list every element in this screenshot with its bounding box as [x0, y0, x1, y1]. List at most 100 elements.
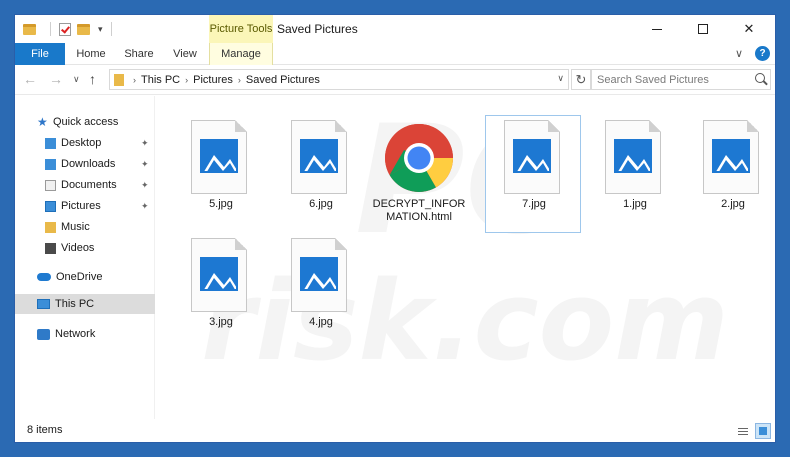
file-item-7-jpg[interactable]: 7.jpg [485, 115, 581, 233]
details-view-button[interactable] [735, 423, 751, 439]
file-item-2-jpg[interactable]: 2.jpg [685, 116, 775, 234]
image-file-icon [605, 120, 661, 194]
sidebar-item-label: Quick access [53, 116, 119, 128]
onedrive-icon [37, 273, 51, 281]
music-folder-icon [45, 221, 56, 233]
sidebar-item-label: This PC [55, 298, 95, 310]
image-file-icon [703, 120, 759, 194]
image-file-icon [191, 238, 247, 312]
navigation-bar: ← → ∨ ↑ › This PC › Pictures › Saved Pic… [15, 65, 775, 95]
explorer-window: ▾ Picture Tools Saved Pictures ✕ File Ho… [14, 14, 776, 443]
tab-manage[interactable]: Manage [209, 43, 273, 65]
sidebar-item-pictures[interactable]: Pictures ✦ [15, 196, 155, 216]
folder-icon[interactable] [23, 23, 36, 35]
image-file-icon [291, 238, 347, 312]
file-item-4-jpg[interactable]: 4.jpg [273, 234, 369, 352]
new-folder-icon[interactable] [77, 23, 90, 35]
close-icon: ✕ [743, 21, 755, 36]
file-name-line2: MATION.html [386, 211, 452, 223]
sidebar-item-label: Network [55, 328, 96, 340]
file-item-decrypt-information-html[interactable]: DECRYPT_INFOR MATION.html [371, 116, 467, 234]
maximize-icon [698, 24, 708, 34]
tab-view[interactable]: View [165, 43, 205, 65]
sidebar-item-label: Documents [61, 179, 117, 191]
breadcrumb-saved-pictures[interactable]: Saved Pictures [246, 74, 320, 86]
address-dropdown-icon[interactable]: ∨ [557, 73, 564, 84]
back-arrow-icon[interactable]: ← [23, 71, 37, 87]
file-name: 1.jpg [623, 198, 647, 210]
breadcrumb-separator-icon[interactable]: › [133, 75, 136, 85]
address-bar[interactable]: › This PC › Pictures › Saved Pictures ∨ [109, 69, 569, 90]
image-file-icon [504, 120, 560, 194]
chrome-icon [385, 124, 453, 192]
pin-icon[interactable]: ✦ [141, 138, 149, 149]
sidebar-item-network[interactable]: Network [15, 324, 155, 344]
search-input[interactable]: Search Saved Pictures [591, 69, 771, 90]
large-icons-view-button[interactable] [755, 423, 771, 439]
file-item-3-jpg[interactable]: 3.jpg [173, 234, 269, 352]
item-count: 8 items [27, 424, 63, 436]
desktop-folder-icon [45, 137, 56, 149]
breadcrumb-this-pc[interactable]: This PC [141, 74, 180, 86]
file-name: 5.jpg [209, 198, 233, 210]
documents-folder-icon [45, 179, 56, 191]
search-icon [755, 73, 765, 83]
breadcrumb-pictures[interactable]: Pictures [193, 74, 233, 86]
search-placeholder: Search Saved Pictures [597, 73, 709, 86]
videos-folder-icon [45, 242, 56, 254]
up-arrow-icon[interactable]: ↑ [89, 71, 96, 87]
sidebar-item-quick-access[interactable]: ★ Quick access [15, 112, 155, 132]
forward-arrow-icon[interactable]: → [49, 71, 63, 87]
network-icon [37, 328, 50, 340]
sidebar-item-onedrive[interactable]: OneDrive [15, 267, 155, 287]
help-icon[interactable]: ? [755, 46, 770, 61]
pin-icon[interactable]: ✦ [141, 159, 149, 170]
file-item-1-jpg[interactable]: 1.jpg [587, 116, 683, 234]
tab-share[interactable]: Share [117, 43, 161, 65]
image-file-icon [291, 120, 347, 194]
file-item-6-jpg[interactable]: 6.jpg [273, 116, 369, 234]
pin-icon[interactable]: ✦ [141, 201, 149, 212]
window-title: Saved Pictures [277, 22, 358, 36]
sidebar-item-music[interactable]: Music [15, 217, 155, 237]
sidebar-item-label: Videos [61, 242, 95, 254]
file-name: 4.jpg [309, 316, 333, 328]
pictures-folder-icon [45, 200, 56, 212]
sidebar-item-desktop[interactable]: Desktop ✦ [15, 133, 155, 153]
pin-icon[interactable]: ✦ [141, 180, 149, 191]
this-pc-icon [37, 299, 50, 309]
expand-ribbon-icon[interactable]: ∨ [735, 47, 743, 60]
sidebar-item-downloads[interactable]: Downloads ✦ [15, 154, 155, 174]
tab-home[interactable]: Home [69, 43, 113, 65]
refresh-icon: ↻ [575, 71, 587, 87]
properties-icon[interactable] [59, 22, 71, 36]
file-item-5-jpg[interactable]: 5.jpg [173, 116, 269, 234]
file-list[interactable]: PC risk.com 5.jpg 6.jpg DECRYPT_INFOR MA… [155, 96, 775, 419]
minimize-button[interactable] [634, 15, 680, 43]
toolbar-divider [110, 22, 112, 36]
refresh-button[interactable]: ↻ [571, 69, 591, 90]
toolbar-divider [50, 22, 51, 36]
sidebar-item-label: Music [61, 221, 90, 233]
sidebar-item-label: OneDrive [56, 271, 103, 283]
folder-icon [114, 73, 124, 86]
customize-toolbar-icon[interactable]: ▾ [98, 24, 103, 35]
navigation-pane: ★ Quick access Desktop ✦ Downloads ✦ Doc… [15, 96, 155, 419]
status-bar: 8 items [15, 419, 775, 442]
quick-access-toolbar: ▾ [23, 21, 112, 37]
breadcrumb-separator-icon[interactable]: › [185, 75, 188, 85]
breadcrumb-separator-icon[interactable]: › [238, 75, 241, 85]
recent-locations-icon[interactable]: ∨ [73, 74, 80, 85]
file-name: 2.jpg [721, 198, 745, 210]
sidebar-item-label: Downloads [61, 158, 116, 170]
file-name: 6.jpg [309, 198, 333, 210]
close-button[interactable]: ✕ [726, 15, 772, 43]
sidebar-item-videos[interactable]: Videos [15, 238, 155, 258]
maximize-button[interactable] [680, 15, 726, 43]
sidebar-item-this-pc[interactable]: This PC [15, 294, 155, 314]
file-name: DECRYPT_INFOR MATION.html [371, 198, 467, 224]
downloads-folder-icon [45, 158, 56, 170]
sidebar-item-documents[interactable]: Documents ✦ [15, 175, 155, 195]
tab-file[interactable]: File [15, 43, 65, 65]
title-bar: ▾ Picture Tools Saved Pictures ✕ [15, 15, 775, 43]
